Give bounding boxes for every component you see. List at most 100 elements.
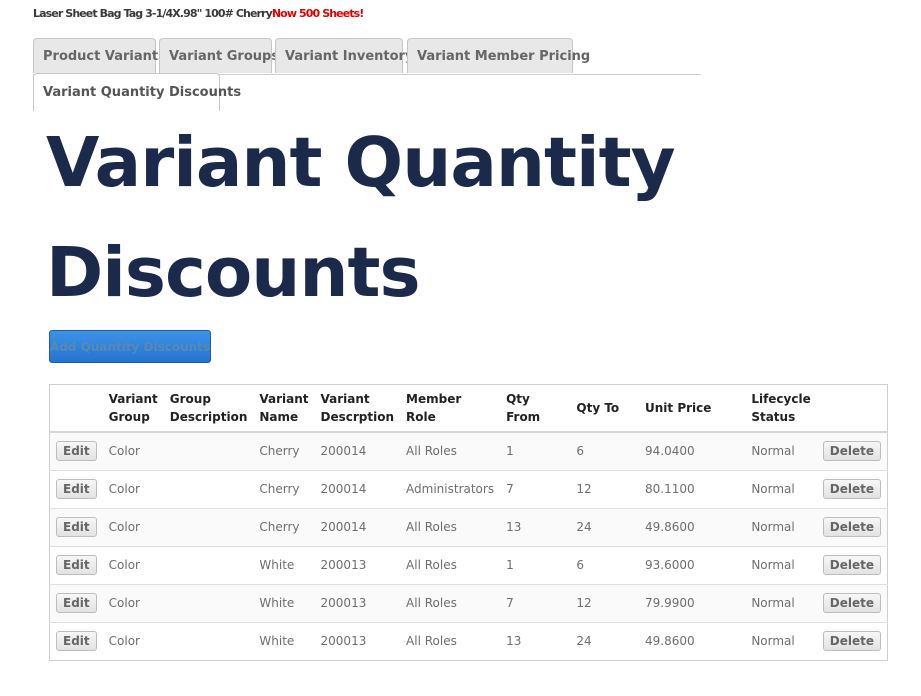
table-row: Edit Color Cherry 200014 All Roles 13 24… <box>49 507 888 546</box>
tab-label: Variant Member Pricing <box>417 48 591 64</box>
delete-button[interactable]: Delete <box>822 631 881 651</box>
cell-variant-name: White <box>253 583 315 622</box>
header-qty-to: Qty To <box>570 384 639 433</box>
cell-unit-price: 49.8600 <box>639 621 746 660</box>
cell-unit-price: 93.6000 <box>639 545 746 584</box>
cell-group-description <box>163 545 254 584</box>
tab-variant-inventory[interactable]: Variant Inventory <box>275 38 413 73</box>
delete-cell: Delete <box>816 469 888 508</box>
cell-group-description <box>163 583 254 622</box>
edit-button[interactable]: Edit <box>56 593 97 613</box>
cell-qty-to: 12 <box>570 469 639 508</box>
table-row: Edit Color White 200013 All Roles 13 24 … <box>49 621 888 660</box>
cell-lifecycle-status: Normal <box>745 621 817 660</box>
edit-cell: Edit <box>49 507 103 546</box>
header-member-role: Member Role <box>400 384 501 433</box>
cell-variant-group: Color <box>102 431 164 470</box>
header-unit-price: Unit Price <box>639 384 746 433</box>
cell-group-description <box>163 469 254 508</box>
cell-variant-group: Color <box>102 583 164 622</box>
cell-group-description <box>163 507 254 546</box>
cell-group-description <box>163 431 254 470</box>
cell-qty-from: 13 <box>500 507 571 546</box>
cell-qty-from: 1 <box>500 545 571 584</box>
tab-variant-member-pricing[interactable]: Variant Member Pricing <box>407 38 590 73</box>
cell-variant-description: 200014 <box>314 431 401 470</box>
delete-cell: Delete <box>816 507 888 546</box>
delete-button[interactable]: Delete <box>822 517 881 537</box>
cell-qty-from: 7 <box>500 583 571 622</box>
cell-member-role: All Roles <box>400 583 501 622</box>
header-group-description: Group Description <box>163 384 254 433</box>
cell-variant-name: White <box>253 545 315 584</box>
cell-member-role: All Roles <box>400 431 501 470</box>
cell-lifecycle-status: Normal <box>745 469 817 508</box>
cell-variant-description: 200013 <box>314 545 401 584</box>
cell-variant-name: Cherry <box>253 507 315 546</box>
edit-button[interactable]: Edit <box>56 517 97 537</box>
header-qty-from: Qty From <box>500 384 571 433</box>
edit-button[interactable]: Edit <box>56 441 97 461</box>
delete-button[interactable]: Delete <box>822 555 881 575</box>
header-variant-group: Variant Group <box>102 384 164 433</box>
cell-qty-to: 12 <box>570 583 639 622</box>
edit-button[interactable]: Edit <box>56 631 97 651</box>
cell-unit-price: 49.8600 <box>639 507 746 546</box>
tab-label: Variant Quantity Discounts <box>43 85 242 100</box>
cell-variant-group: Color <box>102 545 164 584</box>
product-name: Laser Sheet Bag Tag 3-1/4X.98" 100# Cher… <box>33 7 273 20</box>
promo-text: Now 500 Sheets! <box>271 7 364 20</box>
cell-lifecycle-status: Normal <box>745 583 817 622</box>
cell-lifecycle-status: Normal <box>745 507 817 546</box>
header-actions <box>49 384 103 433</box>
page-title: Variant Quantity Discounts <box>46 123 676 313</box>
cell-variant-description: 200013 <box>314 621 401 660</box>
header-lifecycle-status: Lifecycle Status <box>745 384 817 433</box>
product-title: Laser Sheet Bag Tag 3-1/4X.98" 100# Cher… <box>33 7 364 20</box>
delete-button[interactable]: Delete <box>822 441 881 461</box>
cell-qty-to: 24 <box>570 507 639 546</box>
cell-unit-price: 79.9900 <box>639 583 746 622</box>
add-quantity-discounts-button[interactable]: Add Quantity Discounts <box>49 330 211 363</box>
cell-variant-group: Color <box>102 621 164 660</box>
cell-lifecycle-status: Normal <box>745 545 817 584</box>
cell-group-description <box>163 621 254 660</box>
cell-qty-to: 6 <box>570 431 639 470</box>
tab-variant-groups[interactable]: Variant Groups <box>159 38 279 73</box>
delete-cell: Delete <box>816 583 888 622</box>
edit-cell: Edit <box>49 431 103 470</box>
cell-qty-from: 13 <box>500 621 571 660</box>
cell-unit-price: 94.0400 <box>639 431 746 470</box>
tab-label: Product Variants <box>43 48 166 64</box>
cell-variant-description: 200013 <box>314 583 401 622</box>
cell-variant-name: Cherry <box>253 431 315 470</box>
cell-qty-from: 7 <box>500 469 571 508</box>
cell-lifecycle-status: Normal <box>745 431 817 470</box>
cell-variant-name: Cherry <box>253 469 315 508</box>
cell-variant-group: Color <box>102 469 164 508</box>
header-variant-description: Variant Descrption <box>314 384 401 433</box>
tab-label: Variant Groups <box>169 48 280 64</box>
header-variant-name: Variant Name <box>253 384 315 433</box>
table-row: Edit Color Cherry 200014 Administrators … <box>49 469 888 508</box>
edit-cell: Edit <box>49 469 103 508</box>
edit-cell: Edit <box>49 621 103 660</box>
header-delete <box>816 384 888 433</box>
cell-variant-description: 200014 <box>314 507 401 546</box>
table-header-row: Variant Group Group Description Variant … <box>49 384 888 433</box>
delete-cell: Delete <box>816 545 888 584</box>
delete-button[interactable]: Delete <box>822 479 881 499</box>
edit-button[interactable]: Edit <box>56 479 97 499</box>
tab-bar: Product Variants Variant Groups Variant … <box>33 38 701 112</box>
cell-variant-group: Color <box>102 507 164 546</box>
cell-qty-to: 6 <box>570 545 639 584</box>
cell-member-role: All Roles <box>400 507 501 546</box>
edit-button[interactable]: Edit <box>56 555 97 575</box>
delete-cell: Delete <box>816 621 888 660</box>
delete-cell: Delete <box>816 431 888 470</box>
edit-cell: Edit <box>49 583 103 622</box>
delete-button[interactable]: Delete <box>822 593 881 613</box>
tab-variant-quantity-discounts[interactable]: Variant Quantity Discounts <box>33 73 241 111</box>
tab-product-variants[interactable]: Product Variants <box>33 38 166 73</box>
cell-unit-price: 80.1100 <box>639 469 746 508</box>
